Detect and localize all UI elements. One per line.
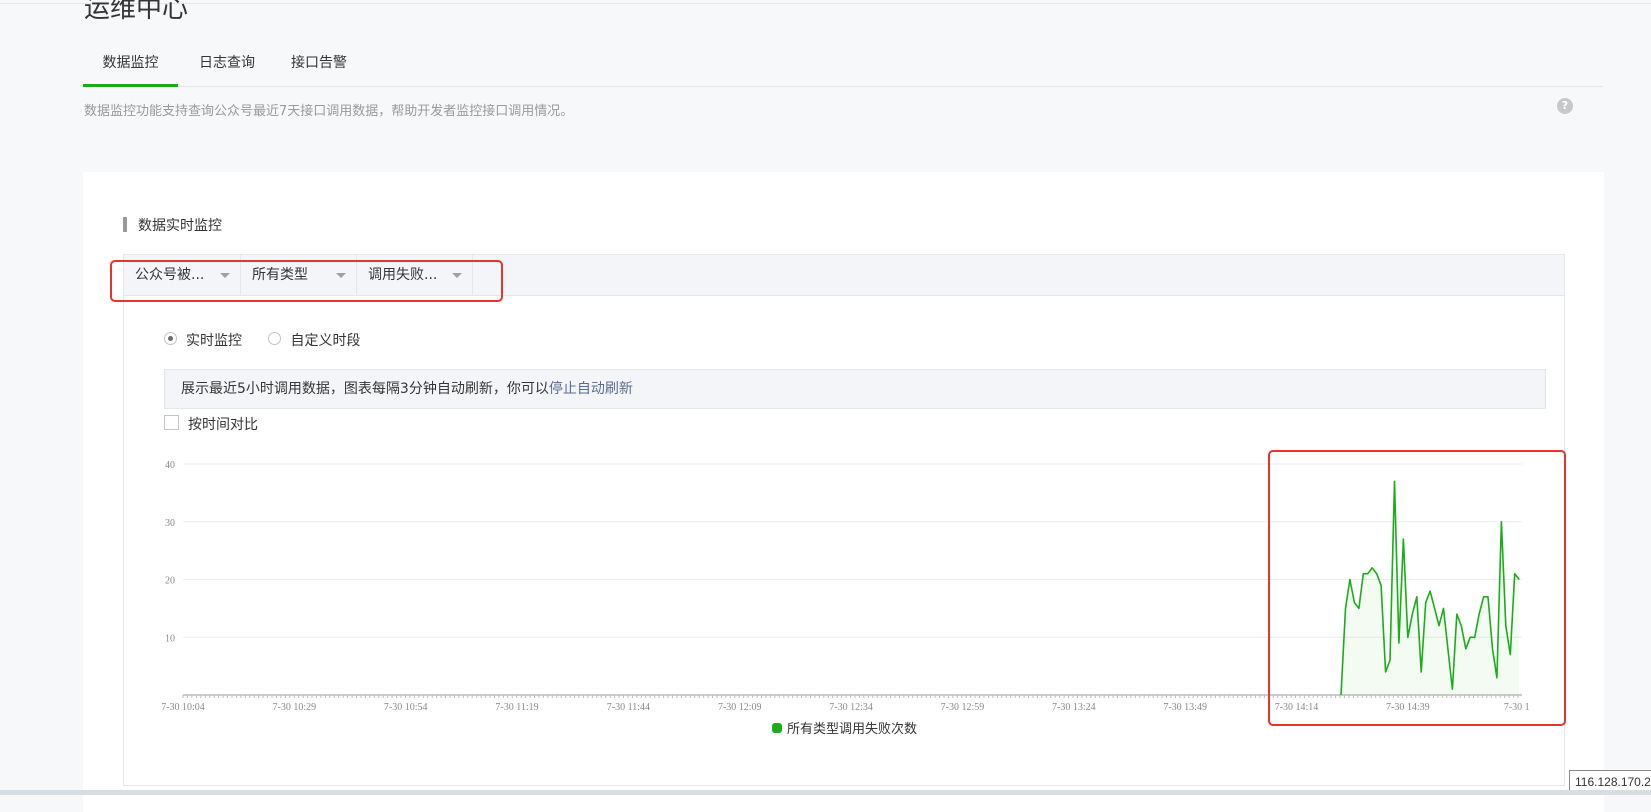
help-icon[interactable]: ?: [1557, 98, 1573, 114]
radio-dot: [268, 332, 282, 345]
section-title: 数据实时监控: [123, 215, 222, 235]
y-tick-label: 40: [165, 460, 175, 471]
radio-realtime-label: 实时监控: [186, 333, 242, 349]
radio-custom-label: 自定义时段: [290, 333, 361, 349]
x-tick-label: 7-30 13:49: [1163, 702, 1207, 713]
radio-dot: [164, 332, 177, 345]
tab-log-query[interactable]: 日志查询: [197, 46, 257, 84]
y-tick-label: 20: [165, 576, 175, 587]
compare-by-time-checkbox[interactable]: 按时间对比: [164, 414, 258, 434]
x-tick-label: 7-30 12:59: [941, 702, 985, 713]
tab-data-monitor[interactable]: 数据监控: [83, 46, 178, 87]
highlight-box-chart: [1268, 450, 1566, 726]
page-title: 运维中心: [84, 0, 189, 24]
x-tick-label: 7-30 11:44: [607, 702, 650, 713]
top-border: [0, 3, 1651, 4]
stop-refresh-link[interactable]: 停止自动刷新: [549, 381, 633, 397]
compare-label: 按时间对比: [188, 417, 258, 433]
x-tick-label: 7-30 10:54: [384, 702, 428, 713]
x-tick-label: 7-30 12:34: [829, 702, 873, 713]
x-tick-label: 7-30 11:19: [495, 702, 538, 713]
refresh-info: 展示最近5小时调用数据，图表每隔3分钟自动刷新，你可以停止自动刷新: [164, 369, 1546, 409]
time-mode-group: 实时监控 自定义时段: [164, 330, 382, 350]
radio-custom-period[interactable]: 自定义时段: [268, 330, 360, 350]
x-tick-label: 7-30 10:04: [161, 702, 205, 713]
tab-api-alert[interactable]: 接口告警: [289, 46, 349, 84]
y-tick-label: 10: [165, 633, 175, 644]
legend-swatch: [772, 723, 782, 733]
checkbox-box: [164, 415, 179, 430]
tab-bar: 数据监控 日志查询 接口告警: [83, 46, 1603, 87]
bottom-bar: [0, 790, 1651, 795]
page-description: 数据监控功能支持查询公众号最近7天接口调用数据，帮助开发者监控接口调用情况。: [84, 104, 574, 119]
highlight-box-filters: [110, 260, 503, 302]
radio-realtime[interactable]: 实时监控: [164, 330, 242, 350]
x-tick-label: 7-30 10:29: [273, 702, 317, 713]
refresh-info-text: 展示最近5小时调用数据，图表每隔3分钟自动刷新，你可以: [181, 381, 549, 397]
y-tick-label: 30: [165, 518, 175, 529]
x-tick-label: 7-30 13:24: [1052, 702, 1096, 713]
x-tick-label: 7-30 12:09: [718, 702, 762, 713]
legend-label: 所有类型调用失败次数: [787, 721, 917, 737]
